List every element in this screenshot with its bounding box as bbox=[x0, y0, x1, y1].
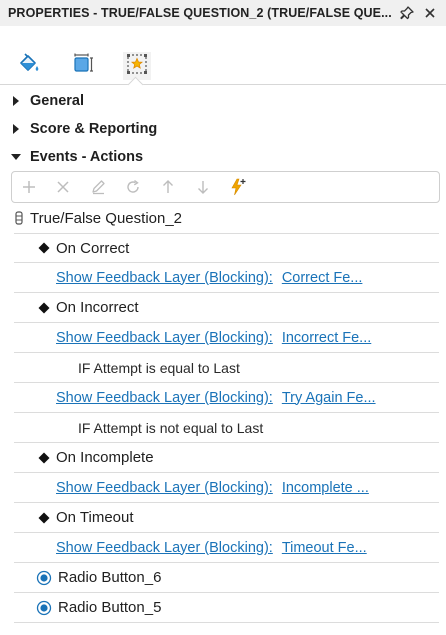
action-row[interactable]: Show Feedback Layer (Blocking): Correct … bbox=[14, 263, 439, 293]
target-link[interactable]: Timeout Fe... bbox=[282, 540, 367, 556]
pin-icon[interactable] bbox=[399, 5, 415, 21]
event-on-correct[interactable]: On Correct bbox=[14, 233, 439, 263]
action-link[interactable]: Show Feedback Layer (Blocking): bbox=[56, 480, 273, 496]
delete-icon[interactable] bbox=[54, 178, 72, 196]
target-link[interactable]: Try Again Fe... bbox=[282, 390, 376, 406]
paint-bucket-icon bbox=[17, 52, 41, 81]
radio-button-icon bbox=[36, 600, 52, 616]
event-label: On Incomplete bbox=[56, 449, 154, 466]
section-general-label: General bbox=[30, 93, 84, 109]
section-events-actions[interactable]: Events - Actions bbox=[0, 144, 446, 170]
condition-row[interactable]: IF Attempt is equal to Last bbox=[14, 353, 439, 383]
event-on-incomplete[interactable]: On Incomplete bbox=[14, 443, 439, 473]
condition-label: IF Attempt is not equal to Last bbox=[78, 419, 264, 436]
tree-root-label: True/False Question_2 bbox=[30, 209, 183, 227]
panel-title-bar: PROPERTIES - TRUE/FALSE QUESTION_2 (TRUE… bbox=[0, 0, 446, 26]
star-triggers-icon bbox=[125, 52, 149, 81]
add-icon[interactable] bbox=[20, 178, 38, 196]
tree-item-label: Radio Button_6 bbox=[58, 569, 162, 586]
move-up-icon[interactable] bbox=[159, 178, 177, 196]
action-link[interactable]: Show Feedback Layer (Blocking): bbox=[56, 540, 273, 556]
chevron-down-icon bbox=[11, 153, 21, 161]
move-down-icon[interactable] bbox=[194, 178, 212, 196]
target-link[interactable]: Incomplete ... bbox=[282, 480, 369, 496]
target-link[interactable]: Correct Fe... bbox=[282, 270, 363, 286]
target-link[interactable]: Incorrect Fe... bbox=[282, 330, 371, 346]
events-toolbar bbox=[11, 171, 440, 203]
action-row[interactable]: Show Feedback Layer (Blocking): Incomple… bbox=[14, 473, 439, 503]
properties-tabs bbox=[0, 48, 446, 85]
section-score-label: Score & Reporting bbox=[30, 121, 158, 137]
edit-icon[interactable] bbox=[89, 178, 107, 196]
action-row[interactable]: Show Feedback Layer (Blocking): Timeout … bbox=[14, 533, 439, 563]
panel-title: PROPERTIES - TRUE/FALSE QUESTION_2 (TRUE… bbox=[8, 6, 392, 20]
add-trigger-icon[interactable] bbox=[229, 178, 247, 196]
event-label: On Timeout bbox=[56, 509, 134, 526]
event-label: On Incorrect bbox=[56, 299, 139, 316]
diamond-icon bbox=[38, 512, 50, 524]
close-icon[interactable] bbox=[422, 5, 438, 21]
event-on-incorrect[interactable]: On Incorrect bbox=[14, 293, 439, 323]
action-link[interactable]: Show Feedback Layer (Blocking): bbox=[56, 390, 273, 406]
radio-button-icon bbox=[36, 570, 52, 586]
chevron-right-icon bbox=[11, 124, 21, 134]
tree-item-radio-button-5[interactable]: Radio Button_5 bbox=[14, 593, 439, 623]
event-label: On Correct bbox=[56, 239, 130, 257]
section-general[interactable]: General bbox=[0, 88, 446, 114]
action-row[interactable]: Show Feedback Layer (Blocking): Try Agai… bbox=[14, 383, 439, 413]
tab-size-position[interactable] bbox=[69, 52, 97, 80]
tab-fill[interactable] bbox=[15, 52, 43, 80]
action-row[interactable]: Show Feedback Layer (Blocking): Incorrec… bbox=[14, 323, 439, 353]
tree-root-item[interactable]: True/False Question_2 bbox=[14, 203, 439, 233]
action-link[interactable]: Show Feedback Layer (Blocking): bbox=[56, 330, 273, 346]
size-position-icon bbox=[71, 52, 95, 81]
diamond-icon bbox=[38, 302, 50, 314]
object-icon bbox=[14, 211, 24, 225]
section-events-label: Events - Actions bbox=[30, 149, 144, 165]
event-on-timeout[interactable]: On Timeout bbox=[14, 503, 439, 533]
diamond-icon bbox=[38, 452, 50, 464]
chevron-right-icon bbox=[11, 96, 21, 106]
section-score-reporting[interactable]: Score & Reporting bbox=[0, 116, 446, 142]
refresh-icon[interactable] bbox=[124, 178, 142, 196]
tree-item-radio-button-6[interactable]: Radio Button_6 bbox=[14, 563, 439, 593]
condition-row[interactable]: IF Attempt is not equal to Last bbox=[14, 413, 439, 443]
tab-triggers[interactable] bbox=[123, 52, 151, 80]
tree-item-label: Radio Button_5 bbox=[58, 599, 162, 616]
diamond-icon bbox=[38, 242, 50, 254]
condition-label: IF Attempt is equal to Last bbox=[78, 359, 240, 376]
action-link[interactable]: Show Feedback Layer (Blocking): bbox=[56, 270, 273, 286]
